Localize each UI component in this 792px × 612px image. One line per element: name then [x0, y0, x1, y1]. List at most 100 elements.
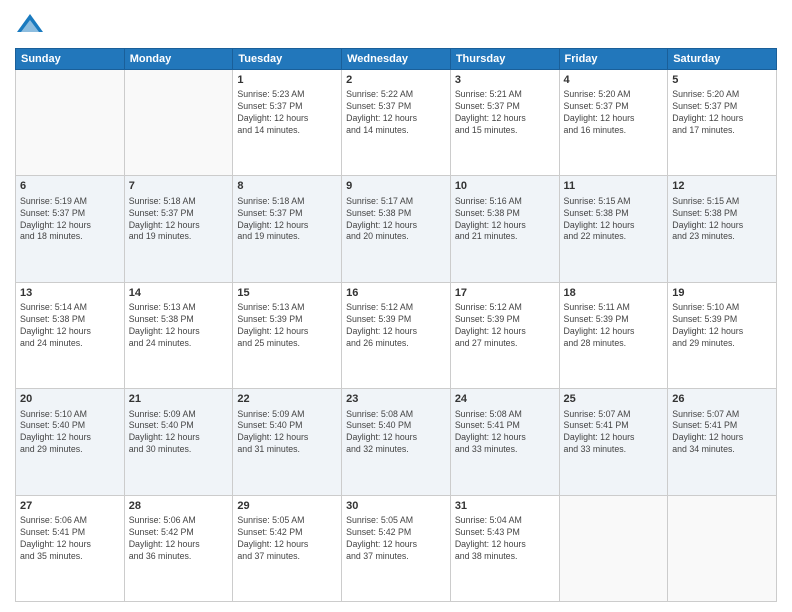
day-number: 4	[564, 73, 664, 88]
day-info: Sunrise: 5:13 AM Sunset: 5:38 PM Dayligh…	[129, 302, 229, 350]
week-row-3: 13Sunrise: 5:14 AM Sunset: 5:38 PM Dayli…	[16, 282, 777, 388]
day-number: 31	[455, 499, 555, 514]
day-cell: 25 Sunrise: 5:07 AM Sunset: 5:41 PM Dayli…	[559, 389, 668, 495]
logo-icon	[15, 10, 45, 40]
day-info: Sunrise: 5:06 AM Sunset: 5:42 PM Dayligh…	[129, 515, 229, 563]
day-cell: 22 Sunrise: 5:09 AM Sunset: 5:40 PM Dayli…	[233, 389, 342, 495]
day-info: Sunrise: 5:10 AM Sunset: 5:40 PM Dayligh…	[20, 409, 120, 457]
day-cell	[559, 495, 668, 601]
day-number: 13	[20, 286, 120, 301]
day-info: Sunrise: 5:05 AM Sunset: 5:42 PM Dayligh…	[237, 515, 337, 563]
day-cell: 30Sunrise: 5:05 AM Sunset: 5:42 PM Dayli…	[342, 495, 451, 601]
weekday-header-saturday: Saturday	[668, 49, 777, 70]
day-cell: 14Sunrise: 5:13 AM Sunset: 5:38 PM Dayli…	[124, 282, 233, 388]
logo	[15, 10, 49, 40]
day-number: 2	[346, 73, 446, 88]
day-info: Sunrise: 5:15 AM Sunset: 5:38 PM Dayligh…	[672, 196, 772, 244]
weekday-header-row: SundayMondayTuesdayWednesdayThursdayFrid…	[16, 49, 777, 70]
day-info: Sunrise: 5:17 AM Sunset: 5:38 PM Dayligh…	[346, 196, 446, 244]
day-info: Sunrise: 5:20 AM Sunset: 5:37 PM Dayligh…	[564, 89, 664, 137]
day-cell: 31Sunrise: 5:04 AM Sunset: 5:43 PM Dayli…	[450, 495, 559, 601]
day-info: Sunrise: 5:12 AM Sunset: 5:39 PM Dayligh…	[346, 302, 446, 350]
day-number: 26	[672, 392, 772, 407]
day-info: Sunrise: 5:23 AM Sunset: 5:37 PM Dayligh…	[237, 89, 337, 137]
day-cell: 26Sunrise: 5:07 AM Sunset: 5:41 PM Dayli…	[668, 389, 777, 495]
day-cell: 11 Sunrise: 5:15 AM Sunset: 5:38 PM Dayli…	[559, 176, 668, 282]
day-info: Sunrise: 5:09 AM Sunset: 5:40 PM Dayligh…	[129, 409, 229, 457]
day-number: 15	[237, 286, 337, 301]
day-number: 11	[564, 179, 664, 194]
day-cell: 13Sunrise: 5:14 AM Sunset: 5:38 PM Dayli…	[16, 282, 125, 388]
day-cell: 19Sunrise: 5:10 AM Sunset: 5:39 PM Dayli…	[668, 282, 777, 388]
day-cell: 24 Sunrise: 5:08 AM Sunset: 5:41 PM Dayli…	[450, 389, 559, 495]
day-info: Sunrise: 5:13 AM Sunset: 5:39 PM Dayligh…	[237, 302, 337, 350]
day-number: 7	[129, 179, 229, 194]
day-number: 27	[20, 499, 120, 514]
day-number: 24	[455, 392, 555, 407]
day-number: 8	[237, 179, 337, 194]
day-number: 3	[455, 73, 555, 88]
day-info: Sunrise: 5:05 AM Sunset: 5:42 PM Dayligh…	[346, 515, 446, 563]
weekday-header-tuesday: Tuesday	[233, 49, 342, 70]
day-number: 25	[564, 392, 664, 407]
day-number: 23	[346, 392, 446, 407]
weekday-header-thursday: Thursday	[450, 49, 559, 70]
week-row-1: 1Sunrise: 5:23 AM Sunset: 5:37 PM Daylig…	[16, 70, 777, 176]
day-cell: 18Sunrise: 5:11 AM Sunset: 5:39 PM Dayli…	[559, 282, 668, 388]
day-number: 1	[237, 73, 337, 88]
day-number: 9	[346, 179, 446, 194]
calendar-table: SundayMondayTuesdayWednesdayThursdayFrid…	[15, 48, 777, 602]
weekday-header-monday: Monday	[124, 49, 233, 70]
day-info: Sunrise: 5:18 AM Sunset: 5:37 PM Dayligh…	[237, 196, 337, 244]
weekday-header-friday: Friday	[559, 49, 668, 70]
weekday-header-sunday: Sunday	[16, 49, 125, 70]
day-cell: 8 Sunrise: 5:18 AM Sunset: 5:37 PM Daylig…	[233, 176, 342, 282]
day-cell: 6Sunrise: 5:19 AM Sunset: 5:37 PM Daylig…	[16, 176, 125, 282]
day-number: 19	[672, 286, 772, 301]
day-info: Sunrise: 5:14 AM Sunset: 5:38 PM Dayligh…	[20, 302, 120, 350]
week-row-5: 27Sunrise: 5:06 AM Sunset: 5:41 PM Dayli…	[16, 495, 777, 601]
day-cell: 23 Sunrise: 5:08 AM Sunset: 5:40 PM Dayli…	[342, 389, 451, 495]
day-info: Sunrise: 5:09 AM Sunset: 5:40 PM Dayligh…	[237, 409, 337, 457]
week-row-4: 20Sunrise: 5:10 AM Sunset: 5:40 PM Dayli…	[16, 389, 777, 495]
day-info: Sunrise: 5:12 AM Sunset: 5:39 PM Dayligh…	[455, 302, 555, 350]
weekday-header-wednesday: Wednesday	[342, 49, 451, 70]
day-info: Sunrise: 5:22 AM Sunset: 5:37 PM Dayligh…	[346, 89, 446, 137]
day-cell: 3Sunrise: 5:21 AM Sunset: 5:37 PM Daylig…	[450, 70, 559, 176]
day-cell: 2Sunrise: 5:22 AM Sunset: 5:37 PM Daylig…	[342, 70, 451, 176]
day-info: Sunrise: 5:20 AM Sunset: 5:37 PM Dayligh…	[672, 89, 772, 137]
day-info: Sunrise: 5:21 AM Sunset: 5:37 PM Dayligh…	[455, 89, 555, 137]
day-number: 28	[129, 499, 229, 514]
day-cell: 21 Sunrise: 5:09 AM Sunset: 5:40 PM Dayli…	[124, 389, 233, 495]
day-cell: 1Sunrise: 5:23 AM Sunset: 5:37 PM Daylig…	[233, 70, 342, 176]
day-info: Sunrise: 5:08 AM Sunset: 5:40 PM Dayligh…	[346, 409, 446, 457]
day-number: 21	[129, 392, 229, 407]
day-cell	[124, 70, 233, 176]
day-info: Sunrise: 5:15 AM Sunset: 5:38 PM Dayligh…	[564, 196, 664, 244]
day-number: 12	[672, 179, 772, 194]
day-number: 10	[455, 179, 555, 194]
day-cell: 10Sunrise: 5:16 AM Sunset: 5:38 PM Dayli…	[450, 176, 559, 282]
day-number: 30	[346, 499, 446, 514]
day-cell: 16Sunrise: 5:12 AM Sunset: 5:39 PM Dayli…	[342, 282, 451, 388]
day-cell: 29Sunrise: 5:05 AM Sunset: 5:42 PM Dayli…	[233, 495, 342, 601]
day-info: Sunrise: 5:08 AM Sunset: 5:41 PM Dayligh…	[455, 409, 555, 457]
day-cell	[668, 495, 777, 601]
day-number: 22	[237, 392, 337, 407]
week-row-2: 6Sunrise: 5:19 AM Sunset: 5:37 PM Daylig…	[16, 176, 777, 282]
day-number: 14	[129, 286, 229, 301]
day-cell: 27Sunrise: 5:06 AM Sunset: 5:41 PM Dayli…	[16, 495, 125, 601]
day-number: 6	[20, 179, 120, 194]
day-info: Sunrise: 5:04 AM Sunset: 5:43 PM Dayligh…	[455, 515, 555, 563]
header	[15, 10, 777, 40]
day-cell: 28Sunrise: 5:06 AM Sunset: 5:42 PM Dayli…	[124, 495, 233, 601]
day-number: 5	[672, 73, 772, 88]
day-info: Sunrise: 5:10 AM Sunset: 5:39 PM Dayligh…	[672, 302, 772, 350]
day-number: 16	[346, 286, 446, 301]
day-cell: 5Sunrise: 5:20 AM Sunset: 5:37 PM Daylig…	[668, 70, 777, 176]
day-info: Sunrise: 5:07 AM Sunset: 5:41 PM Dayligh…	[564, 409, 664, 457]
day-cell: 20Sunrise: 5:10 AM Sunset: 5:40 PM Dayli…	[16, 389, 125, 495]
day-cell: 15Sunrise: 5:13 AM Sunset: 5:39 PM Dayli…	[233, 282, 342, 388]
day-cell	[16, 70, 125, 176]
day-number: 29	[237, 499, 337, 514]
